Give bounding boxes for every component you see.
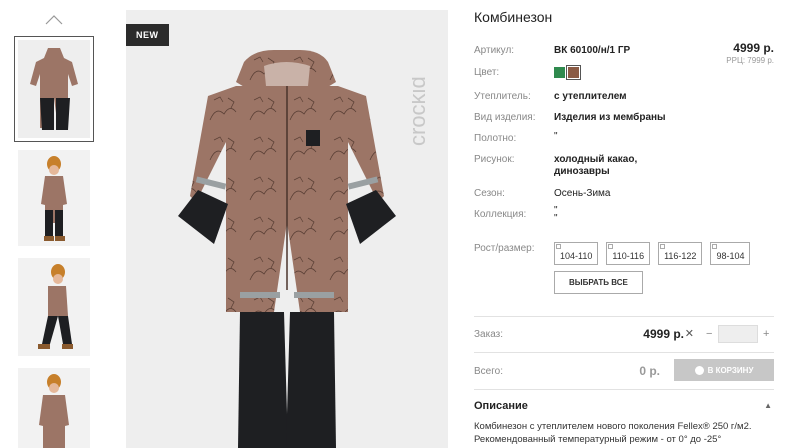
color-label: Цвет: [474,67,500,78]
brand-watermark-text: crockid [412,76,430,146]
article-label: Артикул: [474,45,515,56]
thumbnail-2[interactable] [18,150,90,246]
child-side-thumbnail-image [18,258,90,356]
chevron-up-icon[interactable] [44,14,64,26]
color-swatches [554,65,581,80]
season-label: Сезон: [474,188,505,199]
quantity-decrease-button[interactable]: − [706,328,712,340]
divider [474,389,774,390]
select-all-sizes-button[interactable]: ВЫБРАТЬ ВСЕ [554,271,643,294]
order-label: Заказ: [474,329,504,340]
description-line: Рекомендованный температурный режим - от… [474,434,722,445]
description-title: Описание [474,400,528,412]
product-type-label: Вид изделия: [474,112,536,123]
thumbnail-gallery [0,0,100,448]
thumbnail-3[interactable] [18,258,90,356]
collection-value-line2: " [554,213,558,224]
quantity-input[interactable] [718,325,758,343]
season-value: Осень-Зима [554,188,611,199]
fabric-label: Полотно: [474,133,517,144]
pattern-label: Рисунок: [474,154,515,165]
size-checkbox[interactable] [712,244,718,249]
size-option-label: 116-122 [664,251,697,261]
thumbnail-1[interactable] [14,36,94,142]
description-line: Комбинезон с утеплителем нового поколени… [474,421,752,432]
product-price: 4999 р. [733,41,774,55]
pattern-value-line2: динозавры [554,166,610,177]
brand-watermark: crockid [412,76,430,146]
insulation-value: с утеплителем [554,91,627,102]
product-info-panel: Комбинезон Артикул: ВК 60100/н/1 ГР 4999… [474,0,780,448]
remove-order-icon[interactable]: ✕ [685,327,694,340]
divider [474,352,774,353]
total-value: 0 р. [639,364,660,378]
article-value: ВК 60100/н/1 ГР [554,45,631,56]
order-price: 4999 р. [643,327,684,341]
size-option-98-104[interactable]: 98-104 [710,242,751,265]
pattern-value-line1: холодный какао, [554,154,638,165]
size-option-104-110[interactable]: 104-110 [554,242,599,265]
fabric-value: " [554,131,558,142]
size-checkbox[interactable] [660,244,666,249]
total-label: Всего: [474,366,503,377]
main-product-image: NEW crockid [126,10,448,448]
quantity-increase-button[interactable]: + [763,328,769,340]
jumpsuit-thumbnail-image [18,40,90,138]
child-back-thumbnail-image [18,368,90,448]
add-to-cart-button[interactable]: В КОРЗИНУ [674,359,774,381]
child-front-thumbnail-image [18,150,90,246]
product-type-value: Изделия из мембраны [554,112,666,123]
color-swatch-green[interactable] [554,67,565,78]
chevron-up-icon[interactable]: ▲ [764,401,772,410]
collection-label: Коллекция: [474,209,527,220]
size-checkbox[interactable] [608,244,614,249]
product-title: Комбинезон [474,9,553,25]
color-swatch-brown[interactable] [566,65,581,80]
thumbnail-4[interactable] [18,368,90,448]
size-option-label: 98-104 [716,251,745,261]
divider [474,316,774,317]
size-option-116-122[interactable]: 116-122 [658,242,703,265]
size-label: Рост/размер: [474,243,535,254]
insulation-label: Утеплитель: [474,91,531,102]
description-text: Комбинезон с утеплителем нового поколени… [474,420,774,446]
size-option-110-116[interactable]: 110-116 [606,242,651,265]
recommended-retail-price: РРЦ: 7999 р. [726,56,774,65]
cart-icon [694,365,704,375]
new-badge: NEW [126,24,169,46]
size-option-label: 104-110 [560,251,593,261]
size-checkbox[interactable] [556,244,561,249]
size-options: 104-110 110-116 116-122 98-104 [554,242,751,265]
size-option-label: 110-116 [612,251,645,261]
add-to-cart-label: В КОРЗИНУ [707,365,754,375]
jumpsuit-illustration [178,50,396,448]
